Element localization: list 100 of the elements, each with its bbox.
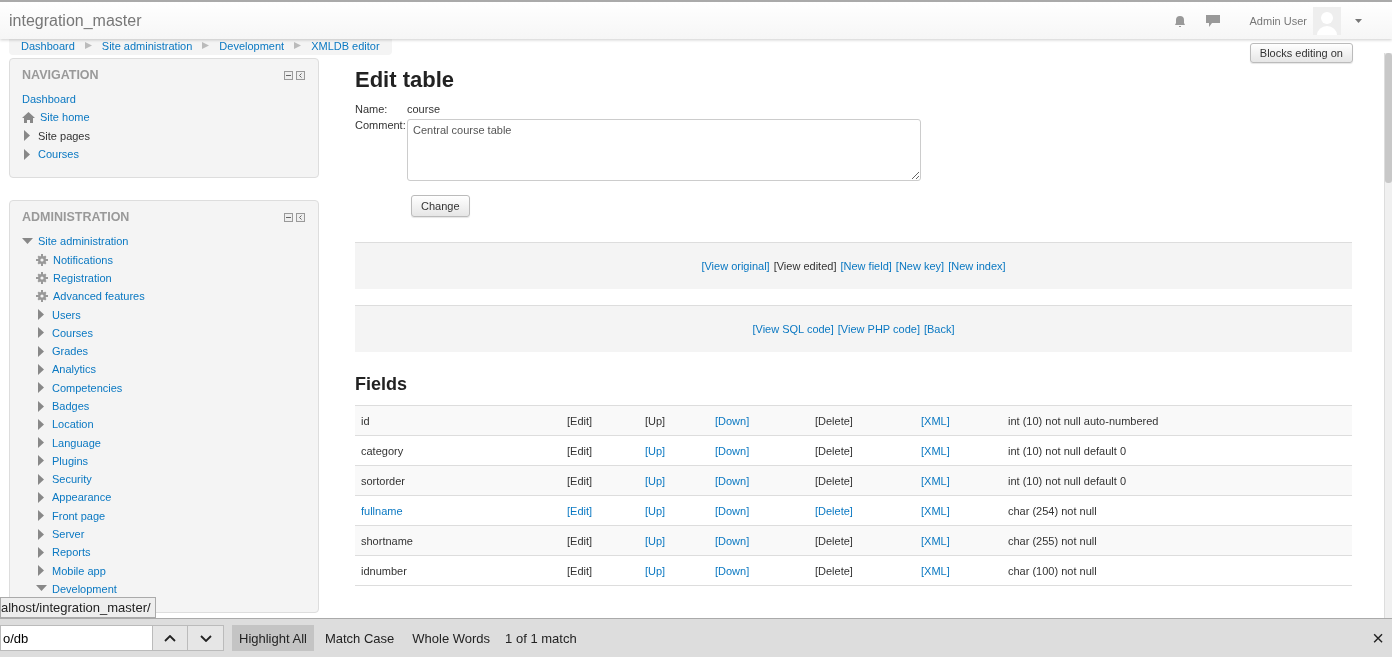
close-button[interactable]: ×: [1372, 626, 1384, 650]
gear-icon: [36, 290, 48, 303]
action-link[interactable]: [View original]: [701, 260, 770, 272]
action-link[interactable]: [New key]: [895, 260, 945, 272]
scrollbar[interactable]: [1384, 53, 1392, 618]
table-cell[interactable]: [Delete]: [815, 504, 921, 517]
caret-right-icon[interactable]: [22, 130, 33, 142]
caret-right-icon[interactable]: [36, 400, 47, 412]
table-cell[interactable]: [Edit]: [567, 504, 645, 517]
table-cell[interactable]: [XML]: [921, 504, 1008, 517]
caret-down-icon[interactable]: [22, 235, 33, 247]
nav-item[interactable]: Language: [52, 436, 101, 449]
user-name[interactable]: Admin User: [1249, 14, 1307, 27]
bell-icon[interactable]: [1173, 14, 1186, 27]
nav-item[interactable]: Site pages: [38, 129, 90, 142]
nav-item[interactable]: Site home: [40, 111, 90, 124]
nav-item[interactable]: Development: [52, 582, 117, 595]
breadcrumb-link[interactable]: XMLDB editor: [311, 39, 380, 52]
action-link[interactable]: [View SQL code]: [752, 323, 834, 335]
table-cell: char (255) not null: [1008, 534, 1097, 547]
action-link[interactable]: [Back]: [923, 323, 955, 335]
field-label: Comment:: [355, 119, 407, 131]
breadcrumb-link[interactable]: Dashboard: [21, 39, 75, 52]
table-cell[interactable]: [Up]: [645, 474, 715, 487]
breadcrumb-link[interactable]: Site administration: [101, 39, 193, 52]
find-option-toggle[interactable]: Highlight All: [232, 625, 314, 651]
nav-item[interactable]: Courses: [52, 326, 93, 339]
table-cell[interactable]: [XML]: [921, 444, 1008, 457]
block-title: NAVIGATION: [22, 68, 99, 82]
action-link[interactable]: [New index]: [948, 260, 1006, 272]
nav-item[interactable]: Mobile app: [52, 564, 106, 577]
table-cell[interactable]: [Down]: [715, 414, 815, 427]
site-name[interactable]: integration_master: [9, 11, 142, 30]
table-cell[interactable]: [XML]: [921, 534, 1008, 547]
blocks-editing-button[interactable]: Blocks editing on: [1249, 43, 1353, 63]
table-cell[interactable]: [Up]: [645, 444, 715, 457]
separator-icon: [84, 42, 92, 49]
nav-item[interactable]: Users: [52, 308, 81, 321]
match-count: 1 of 1 match: [505, 630, 577, 646]
breadcrumb-link[interactable]: Development: [219, 39, 285, 52]
caret-right-icon[interactable]: [36, 327, 47, 339]
next-button[interactable]: [188, 625, 224, 651]
table-cell[interactable]: [Down]: [715, 564, 815, 577]
separator-icon: [294, 42, 302, 49]
action-link[interactable]: [New field]: [840, 260, 892, 272]
comment-field[interactable]: Central course table: [407, 119, 921, 181]
caret-right-icon[interactable]: [36, 546, 47, 558]
caret-right-icon[interactable]: [36, 473, 47, 485]
caret-right-icon[interactable]: [36, 492, 47, 503]
caret-right-icon[interactable]: [36, 363, 47, 375]
nav-item[interactable]: Badges: [52, 400, 90, 412]
caret-right-icon[interactable]: [36, 309, 47, 320]
nav-item[interactable]: Security: [52, 473, 92, 486]
nav-item[interactable]: Location: [52, 418, 94, 431]
table-cell[interactable]: [Up]: [645, 564, 715, 577]
block-controls-icon[interactable]: [284, 212, 306, 222]
nav-item[interactable]: Competencies: [52, 381, 123, 394]
nav-item[interactable]: Front page: [52, 509, 106, 522]
caret-right-icon[interactable]: [36, 510, 47, 522]
table-cell[interactable]: [Up]: [645, 534, 715, 547]
nav-item[interactable]: Reports: [52, 546, 91, 559]
table-cell[interactable]: [XML]: [921, 474, 1008, 487]
caret-right-icon[interactable]: [36, 345, 47, 357]
find-field[interactable]: o/db: [0, 625, 152, 651]
table-cell[interactable]: [Down]: [715, 474, 815, 487]
caret-icon[interactable]: [1355, 18, 1362, 23]
chat-icon[interactable]: [1205, 14, 1220, 27]
table-cell: char (254) not null: [1008, 504, 1097, 517]
find-option-toggle[interactable]: Match Case: [317, 625, 402, 651]
table-cell[interactable]: [Down]: [715, 504, 815, 517]
caret-right-icon[interactable]: [36, 382, 47, 394]
action-link[interactable]: [View PHP code]: [837, 323, 920, 335]
nav-item[interactable]: Courses: [38, 148, 79, 161]
caret-right-icon[interactable]: [36, 565, 47, 577]
nav-item[interactable]: Advanced features: [53, 290, 145, 303]
nav-item[interactable]: Grades: [52, 345, 89, 358]
table-cell-text: [Edit]: [567, 564, 594, 577]
table-cell-text: [Delete]: [815, 444, 854, 457]
nav-item[interactable]: Plugins: [52, 454, 89, 467]
nav-item[interactable]: Appearance: [52, 491, 112, 504]
previous-button[interactable]: [152, 625, 188, 651]
table-cell[interactable]: [Up]: [645, 504, 715, 517]
nav-item[interactable]: Server: [52, 528, 85, 541]
table-cell[interactable]: [XML]: [921, 564, 1008, 577]
table-cell[interactable]: [XML]: [921, 414, 1008, 427]
nav-item[interactable]: Site administration: [38, 235, 129, 248]
caret-right-icon[interactable]: [36, 528, 47, 540]
table-cell[interactable]: [Down]: [715, 444, 815, 457]
nav-item[interactable]: Registration: [53, 271, 112, 284]
caret-right-icon[interactable]: [36, 455, 47, 467]
caret-right-icon[interactable]: [36, 437, 47, 449]
caret-right-icon[interactable]: [22, 148, 33, 160]
nav-item[interactable]: Dashboard: [22, 93, 76, 106]
caret-right-icon[interactable]: [36, 418, 47, 430]
block-controls-icon[interactable]: [284, 70, 306, 80]
change-button[interactable]: Change: [411, 195, 470, 217]
find-option-toggle[interactable]: Whole Words: [405, 625, 498, 651]
nav-item[interactable]: Analytics: [52, 363, 97, 376]
table-cell[interactable]: [Down]: [715, 534, 815, 547]
nav-item[interactable]: Notifications: [53, 253, 113, 266]
